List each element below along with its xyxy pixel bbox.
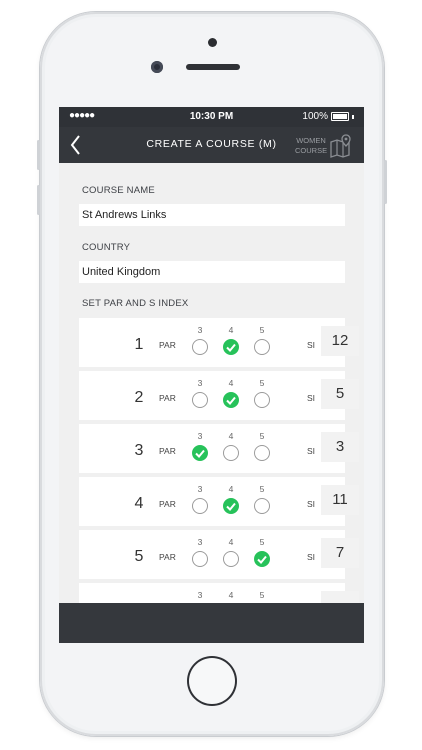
par-radio-selected[interactable]	[254, 551, 270, 567]
si-label: SI	[307, 340, 316, 350]
par-radio[interactable]	[254, 498, 270, 514]
home-button[interactable]	[187, 656, 237, 706]
par-label: PAR	[159, 446, 176, 456]
par-option-label: 5	[259, 378, 265, 388]
hole-row: 1 PAR 3 4 5 SI 12	[79, 318, 359, 367]
par-radio[interactable]	[192, 392, 208, 408]
par-option-label: 3	[197, 590, 203, 600]
battery-icon	[331, 112, 349, 121]
hole-row: 3 PAR 3 4 5 SI 3	[79, 424, 359, 473]
checkmark-icon	[226, 396, 236, 405]
checkmark-icon	[257, 555, 267, 564]
volume-button	[37, 185, 40, 215]
par-radio-selected[interactable]	[223, 339, 239, 355]
par-radio[interactable]	[254, 392, 270, 408]
course-name-label: COURSE NAME	[82, 185, 155, 196]
checkmark-icon	[195, 449, 205, 458]
power-button	[384, 160, 387, 204]
top-camera	[208, 38, 217, 47]
si-input[interactable]: 12	[321, 326, 359, 356]
par-radio[interactable]	[254, 445, 270, 461]
par-option-label: 5	[259, 325, 265, 335]
form-content: COURSE NAME St Andrews Links COUNTRY Uni…	[59, 163, 364, 632]
par-option-label: 4	[228, 537, 234, 547]
hole-number: 4	[134, 495, 144, 512]
bottom-bar	[59, 603, 364, 643]
par-option-label: 4	[228, 590, 234, 600]
hole-number: 1	[134, 336, 144, 353]
earpiece-speaker	[186, 64, 240, 70]
par-option-label: 5	[259, 590, 265, 600]
app-screen: ●●●●● 10:30 PM 100% CREATE A COURSE (M) …	[59, 107, 364, 643]
par-radio[interactable]	[192, 551, 208, 567]
par-radio[interactable]	[254, 339, 270, 355]
par-option-label: 3	[197, 484, 203, 494]
map-pin-icon	[330, 134, 351, 158]
par-option-label: 5	[259, 431, 265, 441]
si-input[interactable]: 7	[321, 538, 359, 568]
par-label: PAR	[159, 552, 176, 562]
hole-row: 2 PAR 3 4 5 SI 5	[79, 371, 359, 420]
volume-button	[37, 140, 40, 170]
par-option-label: 3	[197, 325, 203, 335]
hole-number: 2	[134, 389, 144, 406]
par-label: PAR	[159, 393, 176, 403]
par-radio[interactable]	[192, 339, 208, 355]
nav-bar: CREATE A COURSE (M) WOMEN COURSE	[59, 127, 364, 163]
si-label: SI	[307, 446, 316, 456]
par-label: PAR	[159, 499, 176, 509]
par-option-label: 4	[228, 431, 234, 441]
si-input[interactable]: 11	[321, 485, 359, 515]
par-option-label: 3	[197, 378, 203, 388]
par-radio-selected[interactable]	[223, 498, 239, 514]
checkmark-icon	[226, 502, 236, 511]
battery-percent: 100%	[302, 111, 328, 122]
hole-number: 5	[134, 548, 144, 565]
par-radio-selected[interactable]	[223, 392, 239, 408]
hole-number: 3	[134, 442, 144, 459]
si-input[interactable]: 5	[321, 379, 359, 409]
par-section-label: SET PAR AND S INDEX	[82, 298, 189, 309]
si-input[interactable]: 3	[321, 432, 359, 462]
status-bar: ●●●●● 10:30 PM 100%	[59, 107, 364, 127]
par-option-label: 4	[228, 325, 234, 335]
par-option-label: 4	[228, 378, 234, 388]
par-option-label: 4	[228, 484, 234, 494]
par-radio[interactable]	[192, 498, 208, 514]
par-label: PAR	[159, 340, 176, 350]
front-camera	[151, 61, 163, 73]
hole-row: 4 PAR 3 4 5 SI 11	[79, 477, 359, 526]
par-option-label: 3	[197, 431, 203, 441]
checkmark-icon	[226, 343, 236, 352]
par-radio-selected[interactable]	[192, 445, 208, 461]
country-field[interactable]: United Kingdom	[79, 261, 345, 283]
si-label: SI	[307, 393, 316, 403]
si-label: SI	[307, 499, 316, 509]
hole-row: 5 PAR 3 4 5 SI 7	[79, 530, 359, 579]
par-option-label: 3	[197, 537, 203, 547]
battery-tip	[352, 114, 354, 119]
course-name-field[interactable]: St Andrews Links	[79, 204, 345, 226]
par-option-label: 5	[259, 484, 265, 494]
women-course-label: WOMEN COURSE	[295, 136, 328, 155]
women-course-button[interactable]: WOMEN COURSE	[293, 132, 359, 160]
battery-indicator: 100%	[302, 111, 354, 122]
par-option-label: 5	[259, 537, 265, 547]
par-radio[interactable]	[223, 551, 239, 567]
si-label: SI	[307, 552, 316, 562]
country-label: COUNTRY	[82, 242, 131, 253]
par-radio[interactable]	[223, 445, 239, 461]
